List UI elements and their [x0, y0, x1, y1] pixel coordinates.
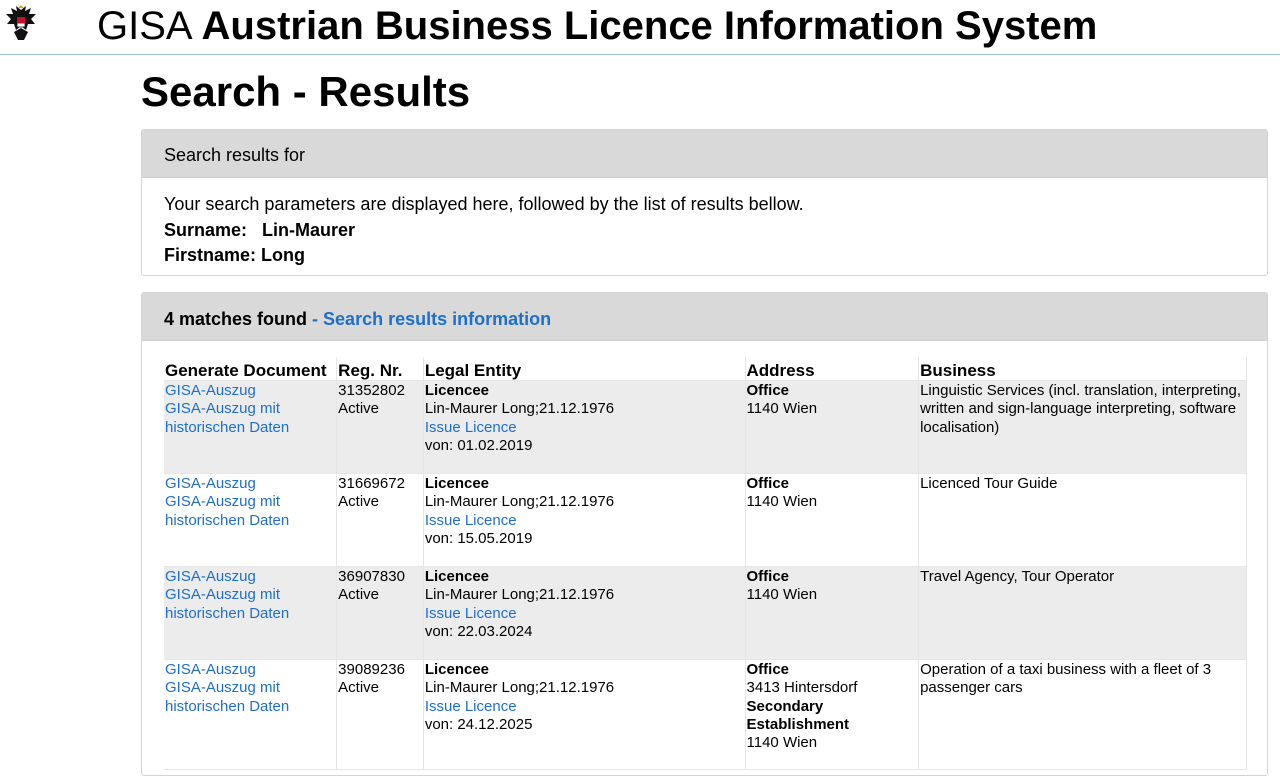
entity-name: Lin-Maurer Long;21.12.1976: [424, 586, 615, 604]
reg-nr: 31669672: [338, 475, 405, 492]
entity-role: Licencee: [424, 568, 490, 585]
issue-licence-link[interactable]: Issue Licence: [425, 512, 744, 530]
address-type: Office: [746, 661, 790, 678]
gisa-auszug-historic-link-cont[interactable]: historischen Daten: [165, 419, 335, 437]
reg-nr-cell: 31669672 Active: [336, 473, 424, 567]
table-row: GISA-Auszug GISA-Auszug mit historischen…: [164, 566, 1247, 660]
reg-nr-cell: 39089236 Active: [336, 659, 424, 770]
firstname-value: Long: [261, 245, 306, 265]
gisa-auszug-link[interactable]: GISA-Auszug: [165, 382, 335, 400]
gisa-auszug-historic-link-cont[interactable]: historischen Daten: [165, 698, 335, 716]
table-row: GISA-Auszug GISA-Auszug mit historischen…: [164, 473, 1247, 567]
results-table: Generate Document Reg. Nr. Legal Entity …: [164, 357, 1247, 770]
entity-role: Licencee: [424, 661, 490, 678]
legal-entity-cell: Licencee Lin-Maurer Long;21.12.1976 Issu…: [423, 473, 746, 567]
reg-nr: 31352802: [338, 382, 405, 399]
business-cell: Linguistic Services (incl. translation, …: [918, 380, 1247, 474]
address-cell: Office 1140 Wien: [745, 473, 920, 567]
entity-name: Lin-Maurer Long;21.12.1976: [424, 400, 615, 418]
gisa-auszug-link[interactable]: GISA-Auszug: [165, 475, 335, 493]
austrian-eagle-icon: [6, 5, 36, 40]
reg-nr: 39089236: [338, 661, 405, 678]
gisa-auszug-link[interactable]: GISA-Auszug: [165, 568, 335, 586]
results-panel: 4 matches found - Search results informa…: [141, 292, 1268, 776]
address-type: Office: [746, 475, 790, 492]
address-type-secondary: Secondary Establishment: [746, 697, 850, 733]
business-cell: Licenced Tour Guide: [918, 473, 1247, 567]
legal-entity-cell: Licencee Lin-Maurer Long;21.12.1976 Issu…: [423, 380, 746, 474]
issue-licence-link[interactable]: Issue Licence: [425, 419, 744, 437]
entity-role: Licencee: [424, 382, 490, 399]
generate-document-cell: GISA-Auszug GISA-Auszug mit historischen…: [164, 659, 338, 770]
address-cell: Office 1140 Wien: [745, 566, 920, 660]
address-cell: Office 1140 Wien: [745, 380, 920, 474]
status: Active: [338, 586, 380, 604]
table-row: GISA-Auszug GISA-Auszug mit historischen…: [164, 380, 1247, 474]
app-system-title: Austrian Business Licence Information Sy…: [201, 4, 1098, 48]
reg-nr-cell: 31352802 Active: [336, 380, 424, 474]
gisa-auszug-link[interactable]: GISA-Auszug: [165, 661, 335, 679]
page-title: Search - Results: [141, 68, 471, 115]
status: Active: [338, 679, 380, 697]
column-header-business: Business: [918, 357, 1247, 381]
search-params-body: Your search parameters are displayed her…: [142, 178, 1267, 269]
business-cell: Operation of a taxi business with a flee…: [918, 659, 1247, 770]
gisa-auszug-historic-link[interactable]: GISA-Auszug mit: [165, 493, 335, 511]
app-brand: GISA: [97, 4, 191, 48]
results-heading: 4 matches found - Search results informa…: [142, 293, 1267, 341]
generate-document-cell: GISA-Auszug GISA-Auszug mit historischen…: [164, 380, 338, 474]
table-row: GISA-Auszug GISA-Auszug mit historischen…: [164, 659, 1247, 770]
address-line: 1140 Wien: [746, 400, 818, 418]
gisa-auszug-historic-link[interactable]: GISA-Auszug mit: [165, 586, 335, 604]
business-cell: Travel Agency, Tour Operator: [918, 566, 1247, 660]
surname-param: Surname: Lin-Maurer: [164, 218, 1245, 244]
issue-licence-link[interactable]: Issue Licence: [425, 605, 744, 623]
results-header-row: Generate Document Reg. Nr. Legal Entity …: [164, 357, 1247, 381]
status: Active: [338, 400, 380, 418]
column-header-address: Address: [745, 357, 920, 381]
address-line: 3413 Hintersdorf: [746, 679, 858, 697]
results-count: 4 matches found: [164, 309, 308, 329]
generate-document-cell: GISA-Auszug GISA-Auszug mit historischen…: [164, 566, 338, 660]
address-type: Office: [746, 568, 790, 585]
address-cell: Office 3413 Hintersdorf Secondary Establ…: [745, 659, 920, 770]
entity-role: Licencee: [424, 475, 490, 492]
top-bar: GISA Austrian Business Licence Informati…: [0, 0, 1280, 55]
search-results-info-link[interactable]: - Search results information: [312, 309, 551, 329]
issue-licence-link[interactable]: Issue Licence: [425, 698, 744, 716]
valid-from: von: 15.05.2019: [424, 529, 533, 547]
address-line: 1140 Wien: [746, 493, 818, 511]
gisa-auszug-historic-link-cont[interactable]: historischen Daten: [165, 512, 335, 530]
address-line: 1140 Wien: [746, 586, 818, 604]
firstname-label: Firstname:: [164, 245, 257, 265]
valid-from: von: 22.03.2024: [424, 622, 533, 640]
reg-nr: 36907830: [338, 568, 405, 585]
surname-label: Surname:: [164, 219, 248, 240]
gisa-auszug-historic-link-cont[interactable]: historischen Daten: [165, 605, 335, 623]
surname-value: Lin-Maurer: [262, 219, 356, 240]
search-params-intro: Your search parameters are displayed her…: [164, 194, 804, 214]
valid-from: von: 01.02.2019: [424, 436, 533, 454]
column-header-legal-entity: Legal Entity: [423, 357, 746, 381]
address-type: Office: [746, 382, 790, 399]
legal-entity-cell: Licencee Lin-Maurer Long;21.12.1976 Issu…: [423, 659, 746, 770]
address-line-secondary: 1140 Wien: [746, 734, 818, 752]
column-header-generate-document: Generate Document: [164, 357, 338, 381]
reg-nr-cell: 36907830 Active: [336, 566, 424, 660]
entity-name: Lin-Maurer Long;21.12.1976: [424, 493, 615, 511]
search-params-panel: Search results for Your search parameter…: [141, 129, 1268, 276]
column-header-reg-nr: Reg. Nr.: [336, 357, 424, 381]
entity-name: Lin-Maurer Long;21.12.1976: [424, 679, 615, 697]
gisa-auszug-historic-link[interactable]: GISA-Auszug mit: [165, 679, 335, 697]
gisa-auszug-historic-link[interactable]: GISA-Auszug mit: [165, 400, 335, 418]
app-title: GISA Austrian Business Licence Informati…: [97, 2, 1097, 50]
valid-from: von: 24.12.2025: [424, 715, 533, 733]
legal-entity-cell: Licencee Lin-Maurer Long;21.12.1976 Issu…: [423, 566, 746, 660]
firstname-param: Firstname: Long: [164, 243, 1245, 269]
generate-document-cell: GISA-Auszug GISA-Auszug mit historischen…: [164, 473, 338, 567]
search-params-heading: Search results for: [142, 130, 1267, 178]
status: Active: [338, 493, 380, 511]
